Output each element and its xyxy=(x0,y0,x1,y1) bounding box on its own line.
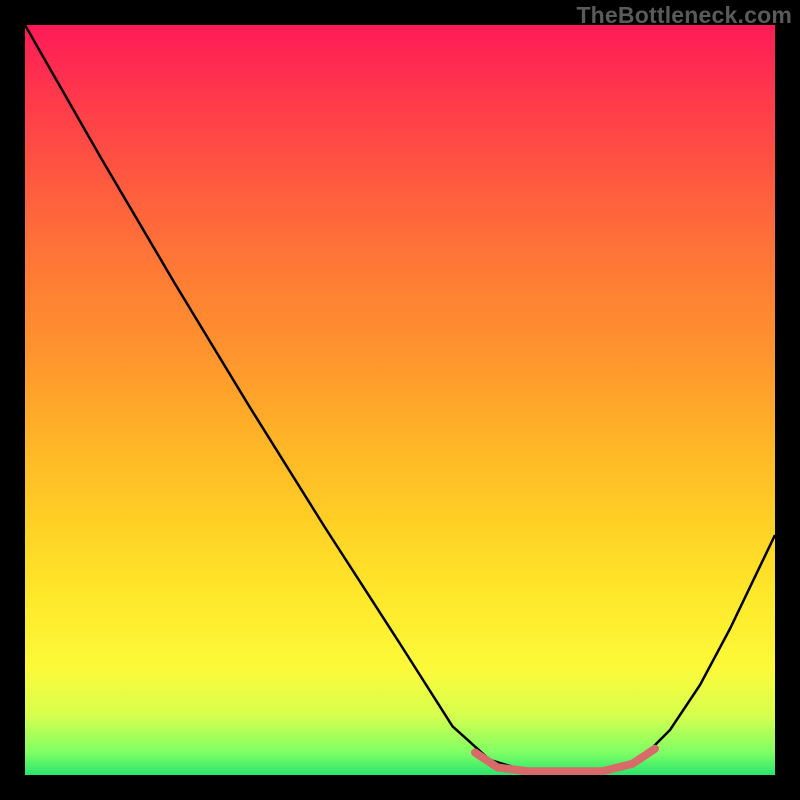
curve-layer xyxy=(25,25,775,775)
chart-frame: TheBottleneck.com xyxy=(0,0,800,800)
bottleneck-curve xyxy=(25,25,775,771)
valley-highlight xyxy=(475,749,655,772)
plot-area xyxy=(25,25,775,775)
